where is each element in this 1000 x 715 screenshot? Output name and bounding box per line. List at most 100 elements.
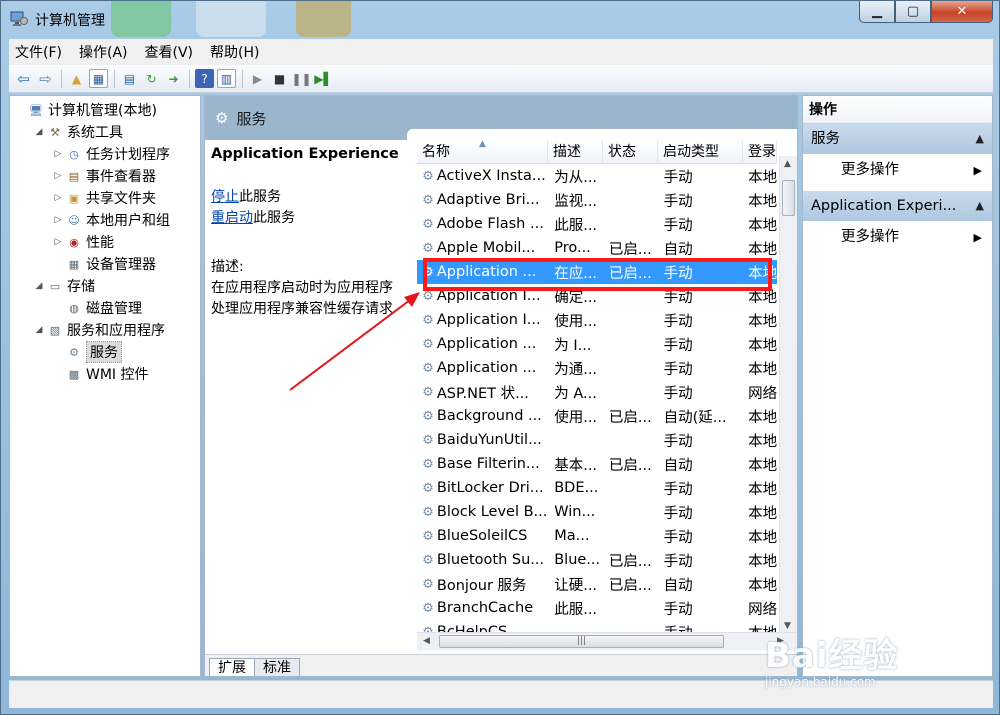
tab-extended[interactable]: 扩展 xyxy=(209,658,255,676)
service-row[interactable]: ⚙ BranchCache 此服... 手动 网络 xyxy=(417,596,777,620)
service-row[interactable]: ⚙ Apple Mobil... Pro... 已启... 自动 本地 xyxy=(417,236,777,260)
service-gear-icon: ⚙ xyxy=(422,360,434,376)
tree-item[interactable]: ▷ ▣ 共享文件夹 xyxy=(52,187,156,209)
expand-toggle-icon[interactable]: ◢ xyxy=(33,325,45,335)
service-logon: 本地 xyxy=(748,529,777,546)
scroll-left-icon[interactable]: ◀ xyxy=(423,636,430,646)
menu-action[interactable]: 操作(A) xyxy=(79,42,128,62)
tree-item[interactable]: ◍ 磁盘管理 xyxy=(52,297,142,319)
stop-service-button[interactable]: ■ xyxy=(270,69,289,88)
show-hide-action-pane-button[interactable]: ▥ xyxy=(217,69,236,88)
tree-item-label: 共享文件夹 xyxy=(86,191,156,207)
actions-section-services[interactable]: 服务 ▲ xyxy=(803,124,992,154)
horizontal-scroll-thumb[interactable]: ||| xyxy=(439,635,724,648)
tree-item[interactable]: 🖥 计算机管理(本地) xyxy=(14,99,157,121)
service-row[interactable]: ⚙ Bonjour 服务 让硬... 已启... 自动 本地 xyxy=(417,572,777,596)
service-row[interactable]: ⚙ Adobe Flash ... 此服... 手动 本地 xyxy=(417,212,777,236)
restart-service-button[interactable]: ▶▌ xyxy=(314,69,333,88)
service-row[interactable]: ⚙ BitLocker Dri... BDE... 手动 本地 xyxy=(417,476,777,500)
pause-icon: ❚❚ xyxy=(291,71,312,86)
service-row[interactable]: ⚙ Application I... 使用... 手动 本地 xyxy=(417,308,777,332)
service-logon: 本地 xyxy=(748,265,777,282)
expand-toggle-icon[interactable]: ▷ xyxy=(52,171,64,181)
tree-item[interactable]: ▷ ◷ 任务计划程序 xyxy=(52,143,170,165)
actions-section-selected-service[interactable]: Application Experi... ▲ xyxy=(803,191,992,221)
service-row[interactable]: ⚙ Application ... 为 I... 手动 本地 xyxy=(417,332,777,356)
tree-item[interactable]: ▷ ▤ 事件查看器 xyxy=(52,165,156,187)
service-startup-type: 手动 xyxy=(663,505,693,522)
tree-item[interactable]: ◢ ▧ 服务和应用程序 xyxy=(33,319,165,341)
tree-item[interactable]: ▦ 设备管理器 xyxy=(52,253,156,275)
pause-service-button[interactable]: ❚❚ xyxy=(291,69,312,88)
column-header-name[interactable]: ▲ 名称 xyxy=(417,140,548,164)
column-header-status[interactable]: 状态 xyxy=(603,140,658,164)
service-row[interactable]: ⚙ Application ... 为通... 手动 本地 xyxy=(417,356,777,380)
expand-toggle-icon[interactable]: ▷ xyxy=(52,237,64,247)
service-logon: 本地 xyxy=(748,481,777,498)
menu-file[interactable]: 文件(F) xyxy=(15,42,62,62)
service-row[interactable]: ⚙ Block Level B... Win... 手动 本地 xyxy=(417,500,777,524)
expand-toggle-icon[interactable]: ◢ xyxy=(33,281,45,291)
tree-item[interactable]: ▷ ☺ 本地用户和组 xyxy=(52,209,170,231)
service-row[interactable]: ⚙ BlueSoleilCS Ma... 手动 本地 xyxy=(417,524,777,548)
service-gear-icon: ⚙ xyxy=(422,168,434,184)
service-startup-type: 手动 xyxy=(663,481,693,498)
forward-button[interactable]: ⇨ xyxy=(36,69,55,88)
more-actions-selected-service[interactable]: 更多操作 ▶ xyxy=(803,221,992,254)
column-header-logon[interactable]: 登录 xyxy=(743,140,777,164)
tree-item[interactable]: ▩ WMI 控件 xyxy=(52,363,149,385)
tab-standard[interactable]: 标准 xyxy=(254,658,300,676)
close-button[interactable]: ✕ xyxy=(931,1,993,23)
tree-item[interactable]: ⚙ 服务 xyxy=(52,341,122,363)
maximize-button[interactable]: ▢ xyxy=(895,1,931,23)
service-logon: 本地 xyxy=(748,409,777,426)
restart-service-link[interactable]: 重启动 xyxy=(211,210,253,226)
show-hide-tree-button[interactable]: ▦ xyxy=(89,69,108,88)
tree-item[interactable]: ◢ ▭ 存储 xyxy=(33,275,95,297)
expand-toggle-icon[interactable]: ▷ xyxy=(52,215,64,225)
service-name: ActiveX Insta... xyxy=(436,168,546,184)
service-startup-type: 手动 xyxy=(663,193,693,210)
service-name: Apple Mobil... xyxy=(436,240,536,256)
baidu-jingyan-url: jingyan.baidu.com xyxy=(765,675,876,689)
vertical-scroll-thumb[interactable] xyxy=(782,180,795,216)
expand-toggle-icon[interactable]: ▷ xyxy=(52,149,64,159)
service-row[interactable]: ⚙ Bluetooth Su... Blue... 已启... 手动 本地 xyxy=(417,548,777,572)
refresh-button[interactable]: ↻ xyxy=(142,69,161,88)
menu-help[interactable]: 帮助(H) xyxy=(210,42,259,62)
more-actions-services[interactable]: 更多操作 ▶ xyxy=(803,154,992,187)
service-logon: 网络 xyxy=(748,385,777,402)
up-level-button[interactable]: ▲ xyxy=(67,69,86,88)
export-list-button[interactable]: ➜ xyxy=(164,69,183,88)
service-row[interactable]: ⚙ Application I... 确定... 手动 本地 xyxy=(417,284,777,308)
service-row[interactable]: ⚙ Background ... 使用... 已启... 自动(延... 本地 xyxy=(417,404,777,428)
service-row[interactable]: ⚙ ASP.NET 状... 为 A... 手动 网络 xyxy=(417,380,777,404)
horizontal-scrollbar[interactable]: ◀ ||| ▶ xyxy=(417,632,797,650)
service-row[interactable]: ⚙ ActiveX Insta... 为从... 手动 本地 xyxy=(417,164,777,188)
baidu-watermark: Bai经验 jingyan.baidu.com xyxy=(765,628,899,689)
help-button[interactable]: ? xyxy=(195,69,214,88)
vertical-scrollbar[interactable]: ▲ ▼ xyxy=(779,156,797,634)
service-row[interactable]: ⚙ BaiduYunUtil... 手动 本地 xyxy=(417,428,777,452)
properties-button[interactable]: ▤ xyxy=(120,69,139,88)
minimize-button[interactable]: ▁ xyxy=(859,1,895,23)
service-description: 让硬... xyxy=(554,577,598,594)
column-header-description[interactable]: 描述 xyxy=(548,140,603,164)
expand-toggle-icon[interactable]: ◢ xyxy=(33,127,45,137)
scroll-up-icon[interactable]: ▲ xyxy=(784,159,791,169)
service-row[interactable]: ⚙ Adaptive Bri... 监视... 手动 本地 xyxy=(417,188,777,212)
expand-toggle-icon[interactable]: ▷ xyxy=(52,193,64,203)
device-manager-icon: ▦ xyxy=(68,257,80,271)
title-bar[interactable]: 计算机管理 ▁ ▢ ✕ xyxy=(1,1,999,39)
back-button[interactable]: ⇦ xyxy=(14,69,33,88)
export-icon: ➜ xyxy=(168,71,179,86)
minimize-icon: ▁ xyxy=(872,4,882,19)
tree-item[interactable]: ▷ ◉ 性能 xyxy=(52,231,114,253)
column-header-startup-type[interactable]: 启动类型 xyxy=(658,140,743,164)
service-row[interactable]: ⚙ Application ... 在应... 已启... 手动 本地 xyxy=(417,260,777,284)
stop-service-link[interactable]: 停止 xyxy=(211,189,239,205)
start-service-button[interactable]: ▶ xyxy=(248,69,267,88)
tree-item[interactable]: ◢ ⚒ 系统工具 xyxy=(33,121,123,143)
service-row[interactable]: ⚙ Base Filterin... 基本... 已启... 自动 本地 xyxy=(417,452,777,476)
menu-view[interactable]: 查看(V) xyxy=(145,42,194,62)
